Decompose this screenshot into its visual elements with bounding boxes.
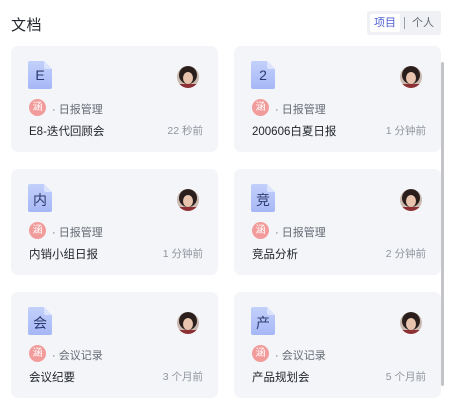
- document-name: E8-迭代回顾会: [29, 126, 105, 138]
- document-icon-char: E: [35, 67, 45, 83]
- owner-badge: 涵: [252, 99, 269, 116]
- category-label: · 日报管理: [52, 104, 103, 116]
- updated-time: 3 个月前: [162, 371, 203, 383]
- document-icon: 2: [251, 61, 275, 89]
- avatar[interactable]: [177, 312, 199, 334]
- document-icon: 内: [28, 184, 52, 212]
- document-card[interactable]: 产涵 · 会议记录产品规划会 5 个月前: [234, 292, 441, 398]
- header: 文档 项目 个人: [0, 0, 450, 46]
- document-icon-char: 会: [33, 315, 47, 331]
- document-icon: 会: [28, 307, 52, 335]
- updated-time: 2 分钟前: [385, 248, 426, 260]
- document-name: 会议纪要: [29, 372, 75, 384]
- document-name: 产品规划会: [252, 372, 310, 384]
- category-label: · 日报管理: [275, 104, 326, 116]
- document-icon-char: 竞: [256, 192, 270, 208]
- scope-switch: 项目 个人: [367, 11, 441, 35]
- tab-personal[interactable]: 个人: [408, 14, 438, 32]
- scrollbar[interactable]: [441, 62, 444, 386]
- document-card[interactable]: E 涵 · 日报管理 E8-迭代回顾会 22 秒前: [11, 46, 218, 152]
- category-label: · 会议记录: [52, 350, 103, 362]
- document-name: 200606白夏日报: [252, 126, 337, 138]
- document-name: 竞品分析: [252, 249, 298, 261]
- owner-badge: 涵: [29, 99, 46, 116]
- owner-badge: 涵: [252, 222, 269, 239]
- category-text: 日报管理: [281, 227, 326, 239]
- document-icon: E: [28, 61, 52, 89]
- document-icon: 产: [251, 307, 275, 335]
- updated-time: 5 个月前: [385, 371, 426, 383]
- document-card[interactable]: 内涵 · 日报管理内销小组日报 1 分钟前: [11, 169, 218, 275]
- category-label: · 日报管理: [275, 227, 326, 239]
- avatar[interactable]: [400, 312, 422, 334]
- avatar[interactable]: [177, 189, 199, 211]
- document-card[interactable]: 2 涵 · 日报管理 200606白夏日报 1 分钟前: [234, 46, 441, 152]
- category-label: · 会议记录: [275, 350, 326, 362]
- owner-badge: 涵: [29, 222, 46, 239]
- document-name: 内销小组日报: [29, 249, 98, 261]
- updated-time: 22 秒前: [167, 125, 203, 137]
- category-text: 会议记录: [58, 350, 103, 362]
- document-card[interactable]: 竞涵 · 日报管理竞品分析 2 分钟前: [234, 169, 441, 275]
- avatar[interactable]: [400, 189, 422, 211]
- updated-time: 1 分钟前: [385, 125, 426, 137]
- category-text: 日报管理: [58, 227, 103, 239]
- category-text: 日报管理: [281, 104, 326, 116]
- document-card[interactable]: 会涵 · 会议记录会议纪要 3 个月前: [11, 292, 218, 398]
- document-icon-char: 内: [33, 192, 47, 208]
- document-icon-char: 产: [256, 315, 270, 331]
- document-icon: 竞: [251, 184, 275, 212]
- avatar[interactable]: [400, 66, 422, 88]
- updated-time: 1 分钟前: [162, 248, 203, 260]
- category-text: 日报管理: [58, 104, 103, 116]
- owner-badge: 涵: [29, 345, 46, 362]
- category-label: · 日报管理: [52, 227, 103, 239]
- page-title: 文档: [11, 17, 43, 34]
- avatar[interactable]: [177, 66, 199, 88]
- tab-project[interactable]: 项目: [370, 14, 400, 32]
- document-icon-char: 2: [259, 67, 267, 83]
- category-text: 会议记录: [281, 350, 326, 362]
- owner-badge: 涵: [252, 345, 269, 362]
- tab-divider: [404, 17, 405, 29]
